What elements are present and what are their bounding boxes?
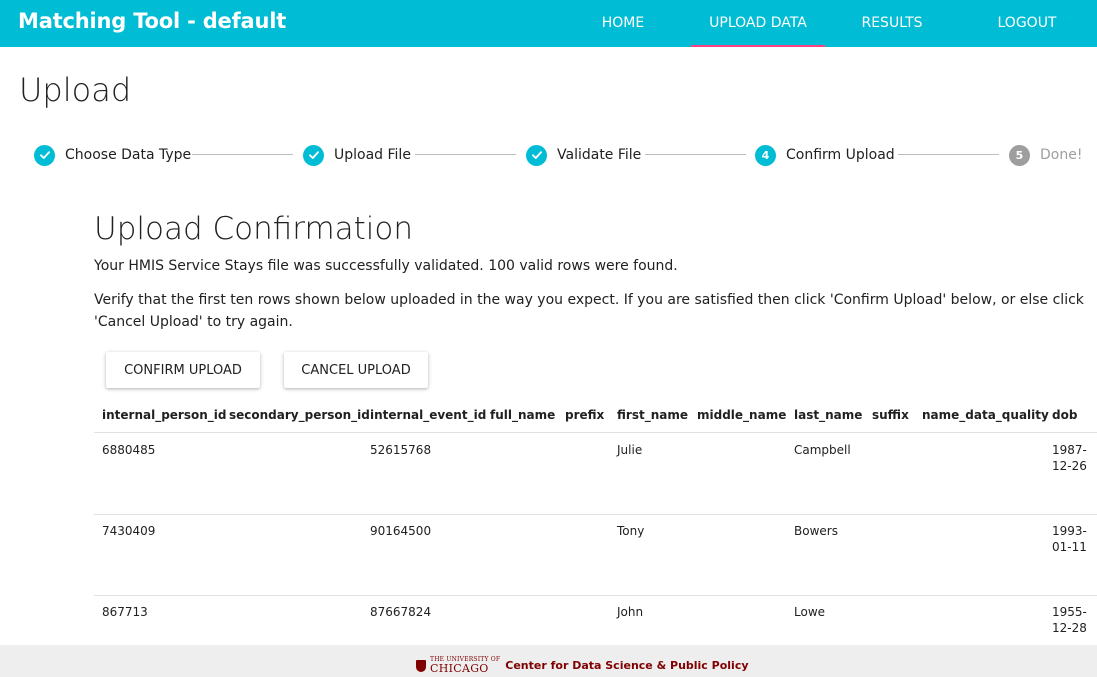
footer-org-name: Center for Data Science & Public Policy	[505, 659, 749, 672]
table-cell: John	[617, 605, 644, 619]
step-done: 5 Done!	[1009, 140, 1082, 170]
step-validate-file: Validate File	[526, 140, 641, 170]
table-cell: 1987-12-26	[1052, 443, 1087, 473]
nav-logout[interactable]: LOGOUT	[987, 0, 1067, 47]
table-cell: 52615768	[370, 443, 432, 457]
column-header: suffix	[872, 408, 909, 422]
confirm-upload-button[interactable]: CONFIRM UPLOAD	[106, 352, 260, 388]
table-cell: Julie	[617, 443, 643, 457]
column-header: prefix	[565, 408, 605, 422]
table-cell: 90164500	[370, 524, 432, 538]
step-label: Validate File	[557, 147, 642, 163]
column-header: dob	[1052, 408, 1078, 422]
table-cell: 6880485	[102, 443, 156, 457]
column-header: name_data_quality	[922, 408, 1049, 422]
step-label: Confirm Upload	[786, 147, 895, 163]
table-cell: 867713	[102, 605, 148, 619]
validation-message: Your HMIS Service Stays file was success…	[94, 258, 678, 274]
instructions-text: Verify that the first ten rows shown bel…	[94, 292, 1084, 330]
nav-home-label: HOME	[601, 15, 645, 31]
step-number-badge: 5	[1009, 144, 1030, 166]
column-header: middle_name	[697, 408, 787, 422]
app-bar: Matching Tool - default HOME UPLOAD DATA…	[0, 0, 1097, 47]
table-header-divider	[94, 432, 1097, 433]
table-row-divider	[94, 514, 1097, 515]
step-choose-data-type: Choose Data Type	[34, 140, 191, 170]
column-header: first_name	[617, 408, 688, 422]
table-cell: 87667824	[370, 605, 432, 619]
table-cell: Tony	[617, 524, 645, 538]
table-cell: Campbell	[794, 443, 851, 457]
nav-home[interactable]: HOME	[583, 0, 663, 47]
column-header: secondary_person_id	[229, 408, 370, 422]
nav-results[interactable]: RESULTS	[852, 0, 932, 47]
nav-results-label: RESULTS	[861, 15, 923, 31]
table-cell: Lowe	[794, 605, 826, 619]
step-label: Done!	[1040, 147, 1083, 163]
table-cell: 1993-01-11	[1052, 524, 1087, 554]
confirmation-title: Upload Confirmation	[94, 211, 414, 247]
table-cell: 7430409	[102, 524, 156, 538]
page-title: Upload	[19, 71, 132, 109]
uchicago-logo[interactable]: THE UNIVERSITY OF CHICAGO Center for Dat…	[416, 657, 749, 674]
university-big-text: CHICAGO	[430, 662, 489, 675]
check-circle-icon	[34, 144, 55, 166]
check-circle-icon	[526, 144, 547, 166]
check-circle-icon	[303, 144, 324, 166]
upload-stepper: Choose Data Type Upload File Validate Fi…	[0, 140, 1097, 170]
table-cell: Bowers	[794, 524, 838, 538]
shield-icon	[416, 659, 426, 672]
footer: THE UNIVERSITY OF CHICAGO Center for Dat…	[0, 645, 1097, 677]
nav-logout-label: LOGOUT	[997, 15, 1057, 31]
step-label: Choose Data Type	[65, 147, 192, 163]
column-header: internal_person_id	[102, 408, 227, 422]
cancel-upload-button[interactable]: CANCEL UPLOAD	[284, 352, 428, 388]
step-number-badge: 4	[755, 144, 776, 166]
column-header: last_name	[794, 408, 863, 422]
step-confirm-upload: 4 Confirm Upload	[755, 140, 895, 170]
nav-upload-data[interactable]: UPLOAD DATA	[691, 0, 825, 47]
column-header: internal_event_id	[370, 408, 487, 422]
app-title: Matching Tool - default	[18, 9, 287, 33]
table-row-divider	[94, 595, 1097, 596]
step-upload-file: Upload File	[303, 140, 411, 170]
university-wordmark: THE UNIVERSITY OF CHICAGO	[430, 657, 500, 675]
table-cell: 1955-12-28	[1052, 605, 1087, 635]
step-label: Upload File	[334, 147, 411, 163]
nav-upload-data-label: UPLOAD DATA	[709, 15, 807, 31]
column-header: full_name	[490, 408, 556, 422]
